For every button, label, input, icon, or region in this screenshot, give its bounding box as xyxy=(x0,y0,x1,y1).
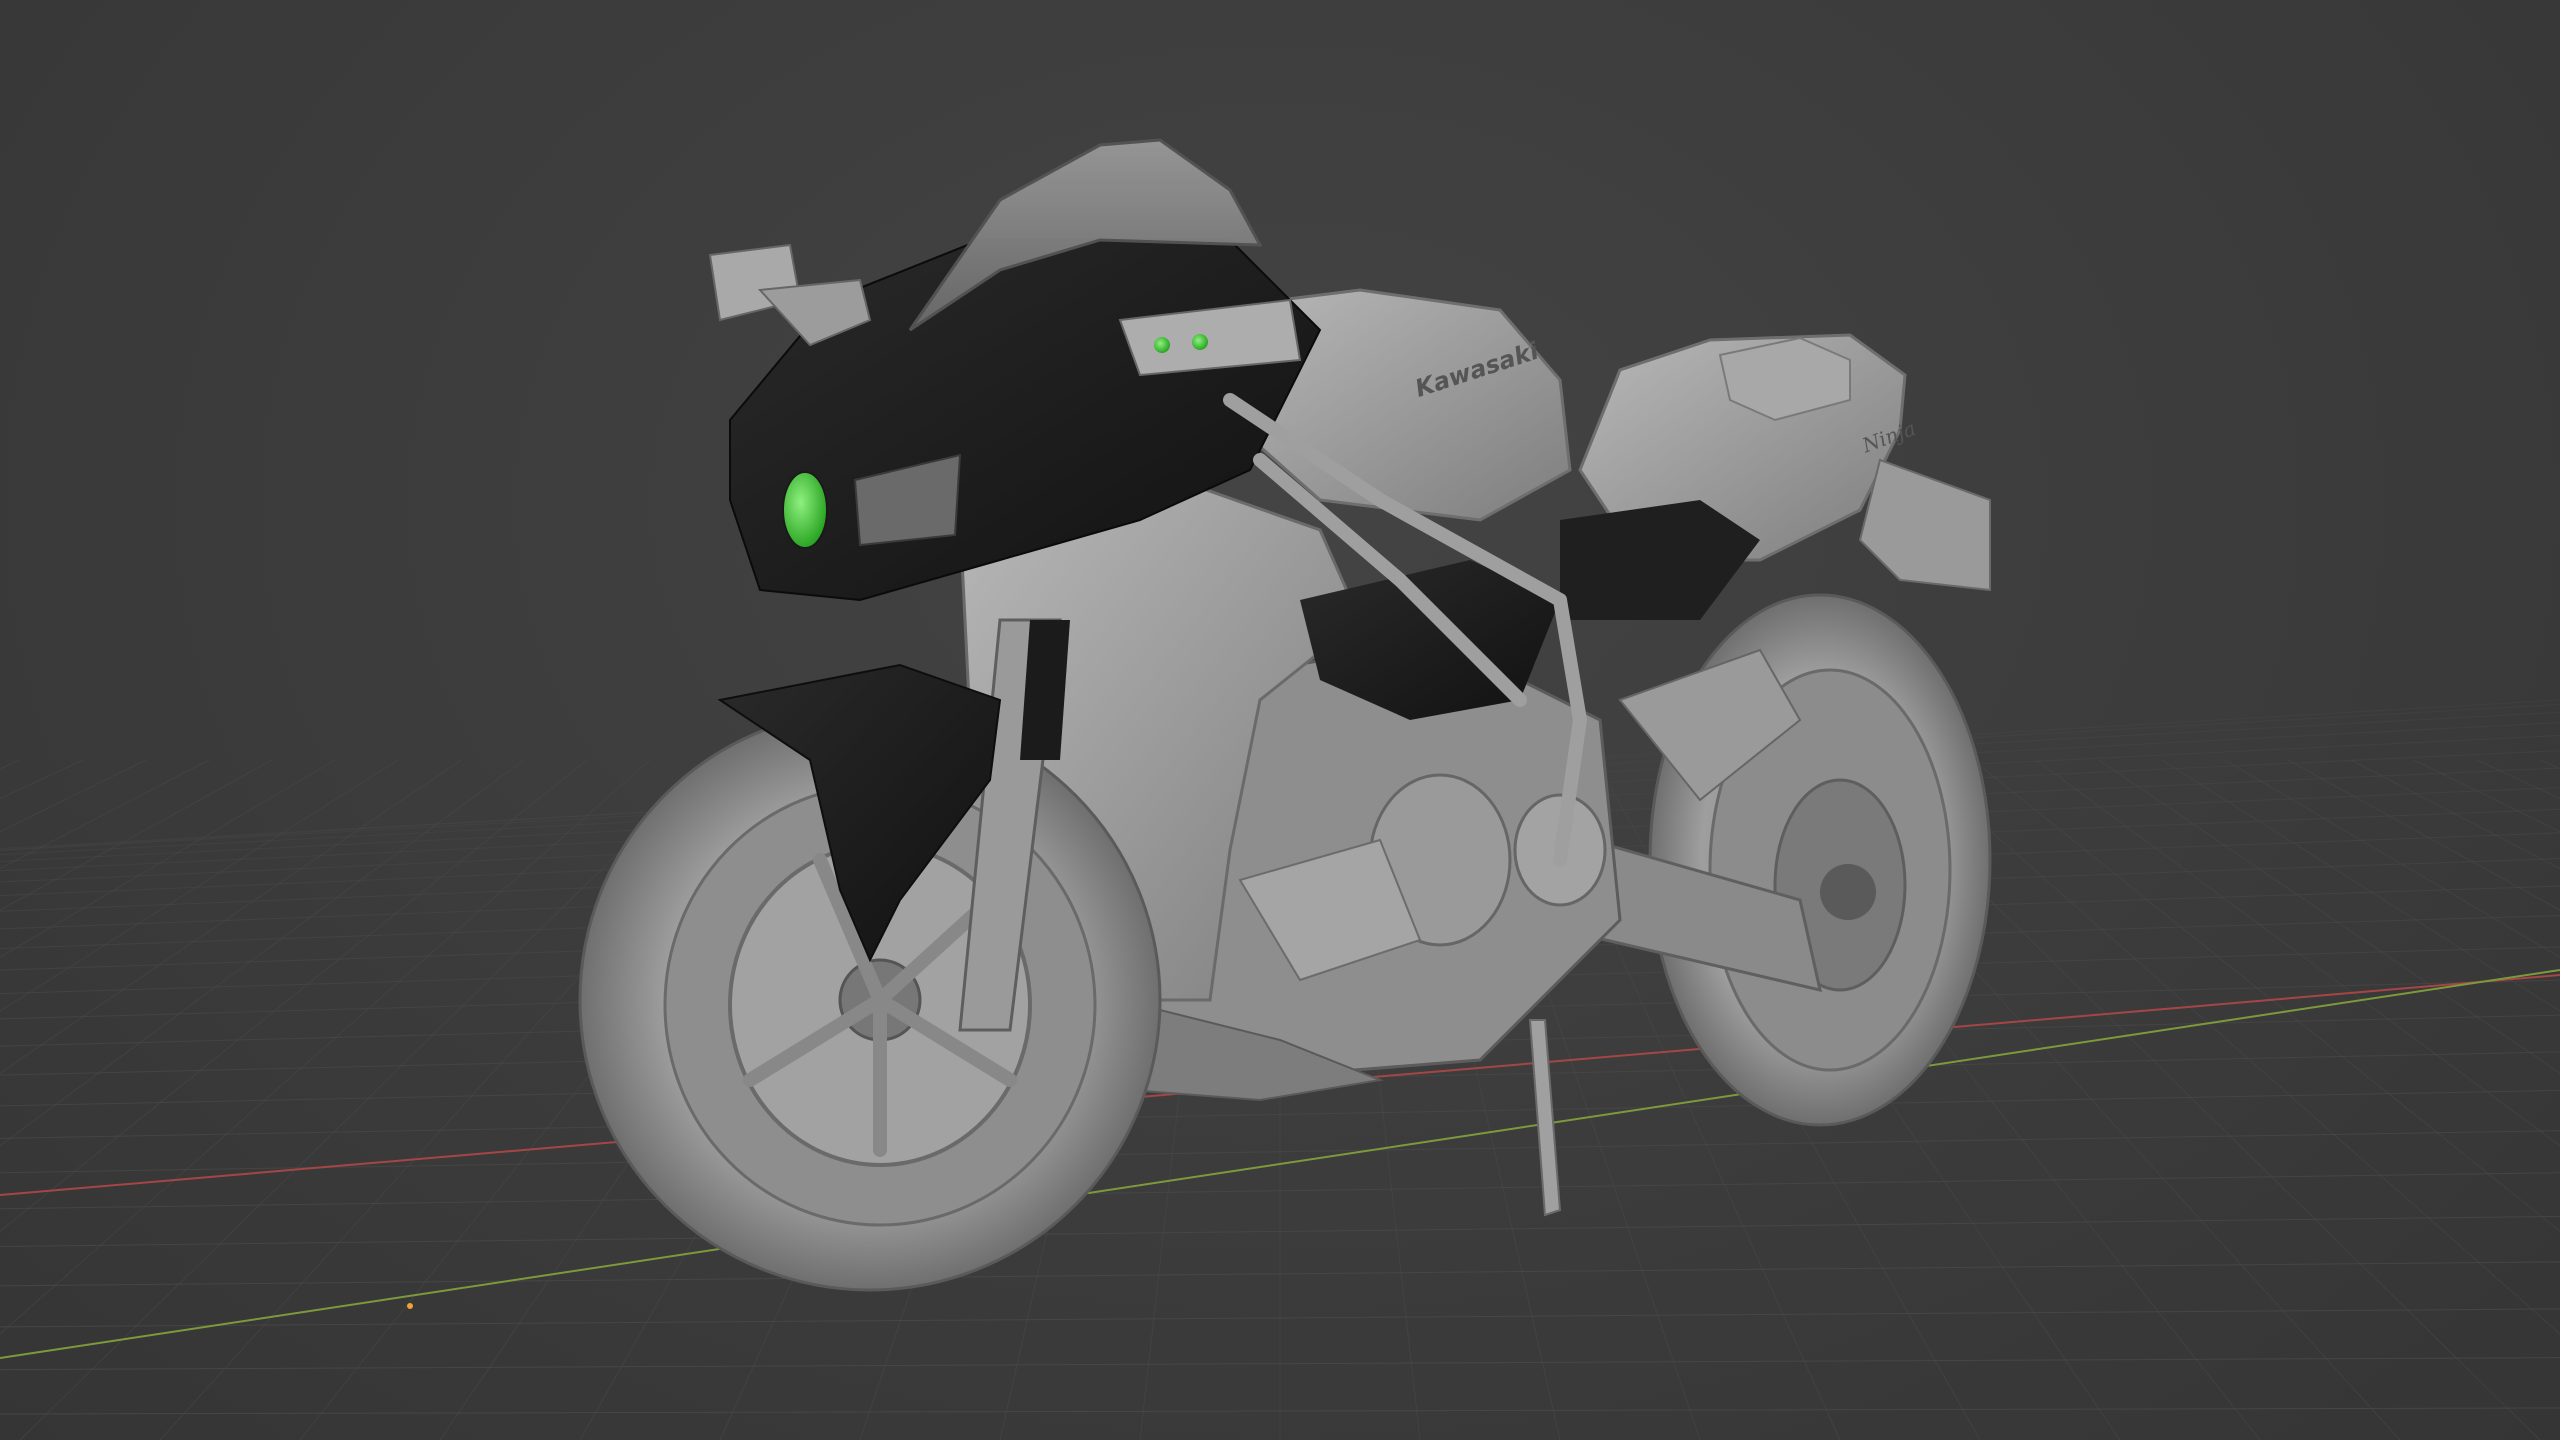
headlight xyxy=(782,471,828,549)
motorcycle-model[interactable]: Kawasaki Ninja xyxy=(578,138,1992,1292)
grid-line xyxy=(2539,759,2560,770)
viewport-canvas[interactable]: Kawasaki Ninja xyxy=(0,0,2560,1440)
grid-line xyxy=(0,759,651,1335)
grid-line xyxy=(0,759,399,1012)
grid-line xyxy=(0,759,462,1074)
kickstand xyxy=(1528,1019,1562,1217)
indicator-light-left xyxy=(1154,337,1170,353)
grid-line xyxy=(2098,759,2560,1074)
left-mirror xyxy=(708,243,872,347)
grid-line xyxy=(2224,759,2560,958)
3d-viewport[interactable]: Kawasaki Ninja xyxy=(0,0,2560,1440)
seat-and-tail xyxy=(1560,333,1991,620)
grid-line xyxy=(2035,759,2560,1147)
grid-line xyxy=(0,759,21,770)
grid-line xyxy=(2287,759,2560,911)
origin-marker xyxy=(407,1303,413,1309)
indicator-light-right xyxy=(1192,334,1208,350)
grid-line xyxy=(2161,759,2560,1012)
